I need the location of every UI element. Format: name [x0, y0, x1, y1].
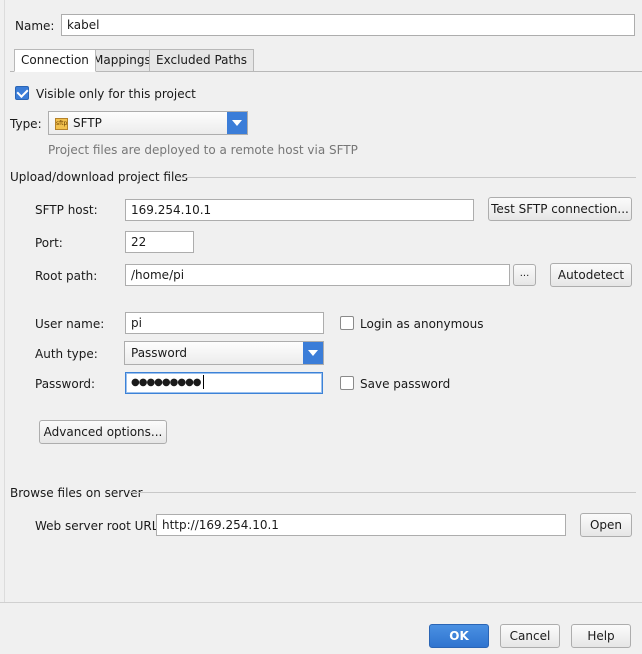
auth-type-value: Password — [131, 346, 188, 360]
user-name-value: pi — [131, 316, 142, 330]
help-button[interactable]: Help — [571, 624, 631, 648]
type-value: SFTP — [73, 116, 102, 130]
type-label: Type: — [10, 117, 42, 131]
advanced-options-button[interactable]: Advanced options... — [39, 420, 167, 444]
text-cursor — [202, 375, 204, 389]
web-root-label: Web server root URL: — [35, 519, 163, 533]
root-path-label: Root path: — [35, 269, 98, 283]
test-sftp-connection-button[interactable]: Test SFTP connection... — [488, 197, 632, 221]
tab-connection[interactable]: Connection — [14, 49, 96, 72]
auth-type-label: Auth type: — [35, 347, 98, 361]
type-hint: Project files are deployed to a remote h… — [48, 143, 358, 157]
name-label: Name: — [15, 19, 55, 33]
root-path-input[interactable]: /home/pi — [125, 264, 510, 286]
tab-label: Excluded Paths — [156, 53, 248, 67]
login-anonymous-checkbox[interactable] — [340, 316, 354, 330]
save-password-label: Save password — [360, 377, 451, 391]
chevron-down-icon[interactable] — [303, 342, 323, 364]
login-anonymous-label: Login as anonymous — [360, 317, 484, 331]
port-label: Port: — [35, 236, 63, 250]
tab-label: Mappings — [93, 53, 151, 67]
upload-section-divider — [176, 177, 636, 178]
web-root-value: http://169.254.10.1 — [162, 518, 279, 532]
name-value: kabel — [67, 18, 100, 32]
autodetect-button[interactable]: Autodetect — [550, 263, 632, 287]
password-input[interactable]: ●●●●●●●●● — [125, 372, 323, 394]
password-value: ●●●●●●●●● — [131, 377, 202, 388]
sftp-host-label: SFTP host: — [35, 203, 98, 217]
auth-type-combo[interactable]: Password — [124, 341, 324, 365]
port-value: 22 — [131, 235, 147, 249]
sftp-host-value: 169.254.10.1 — [131, 203, 212, 217]
browse-root-path-button[interactable]: ... — [513, 264, 536, 286]
footer-divider — [0, 602, 642, 603]
port-input[interactable]: 22 — [125, 231, 194, 253]
sftp-host-input[interactable]: 169.254.10.1 — [125, 199, 474, 221]
open-button[interactable]: Open — [580, 513, 632, 537]
tab-label: Connection — [21, 53, 89, 67]
tab-excluded-paths[interactable]: Excluded Paths — [149, 49, 255, 72]
visible-only-label: Visible only for this project — [36, 87, 196, 101]
ok-button[interactable]: OK — [429, 624, 489, 648]
save-password-checkbox[interactable] — [340, 376, 354, 390]
upload-section-title: Upload/download project files — [10, 170, 188, 184]
password-label: Password: — [35, 377, 96, 391]
type-combo[interactable]: sftp SFTP — [48, 111, 248, 135]
user-name-input[interactable]: pi — [125, 312, 324, 334]
web-root-input[interactable]: http://169.254.10.1 — [156, 514, 566, 536]
user-name-label: User name: — [35, 317, 105, 331]
visible-only-checkbox[interactable] — [15, 86, 29, 100]
chevron-down-icon[interactable] — [227, 112, 247, 134]
root-path-value: /home/pi — [131, 268, 185, 282]
browse-section-divider — [129, 492, 636, 493]
sftp-icon: sftp — [55, 117, 68, 130]
panel-border — [4, 0, 5, 602]
browse-section-title: Browse files on server — [10, 486, 143, 500]
cancel-button[interactable]: Cancel — [500, 624, 560, 648]
tab-mappings[interactable]: Mappings — [86, 49, 158, 72]
name-input[interactable]: kabel — [61, 14, 635, 36]
